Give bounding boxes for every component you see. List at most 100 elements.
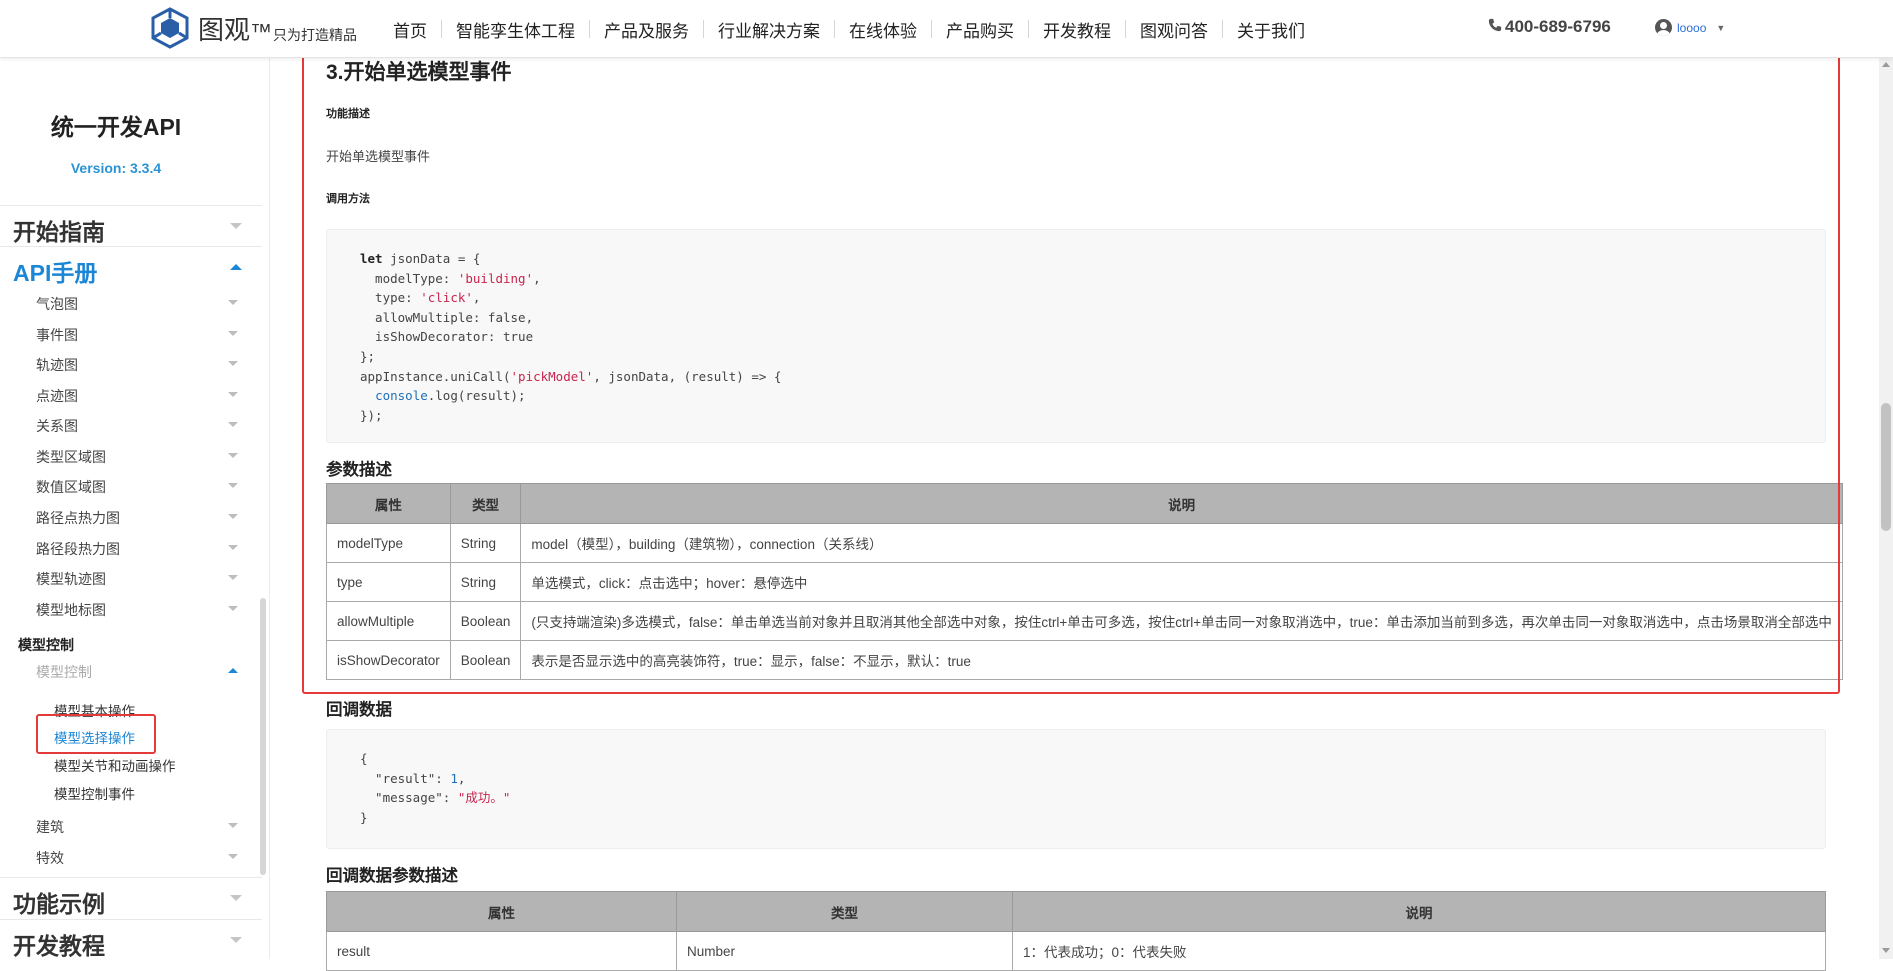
user-menu[interactable]: loooo ▼	[1655, 19, 1725, 36]
sidebar-leaf-model-control-events[interactable]: 模型控制事件	[54, 783, 135, 803]
sidebar-item-trajectory[interactable]: 轨迹图	[0, 349, 260, 379]
table-cell: String	[449, 562, 522, 602]
nav-item-purchase[interactable]: 产品购买	[932, 17, 1028, 42]
chevron-down-icon	[228, 575, 238, 580]
sidebar-item-label: 路径点热力图	[36, 510, 120, 526]
table-cell: 1：代表成功；0：代表失败	[1012, 931, 1826, 971]
nav-item-online-demo[interactable]: 在线体验	[835, 17, 931, 42]
sidebar-leaf-model-select[interactable]: 模型选择操作	[54, 727, 135, 747]
param-table: 属性 类型 说明 modelType String model（模型），buil…	[326, 483, 1843, 680]
sidebar-section-api-manual[interactable]: API手册	[0, 246, 262, 287]
func-desc-text: 开始单选模型事件	[326, 149, 431, 164]
brand-slogan: 只为打造精品	[273, 27, 357, 43]
nav-item-tutorials[interactable]: 开发教程	[1029, 17, 1125, 42]
table-cell: model（模型），building（建筑物），connection（关系线）	[520, 523, 1843, 563]
column-header: 属性	[326, 483, 451, 524]
param-title: 参数描述	[326, 461, 392, 479]
sidebar-group-model-control: 模型控制	[18, 637, 74, 653]
sidebar-item-model-landmark[interactable]: 模型地标图	[0, 594, 260, 624]
table-cell: 单选模式，click：点击选中；hover：悬停选中	[520, 562, 1843, 602]
sidebar-item-label: 特效	[36, 850, 64, 866]
code-block-call[interactable]: let jsonData = { modelType: 'building', …	[326, 229, 1826, 443]
scrollbar-thumb[interactable]	[1881, 403, 1891, 531]
caret-down-icon: ▼	[1716, 22, 1726, 33]
sidebar-item-label: 路径段热力图	[36, 541, 120, 557]
sidebar-item-label: 数值区域图	[36, 479, 106, 495]
phone-number: 400-689-6796	[1505, 17, 1611, 36]
code-line: };	[360, 348, 376, 364]
sidebar-subgroup-label: 模型控制	[36, 664, 92, 680]
phone-icon	[1488, 18, 1502, 32]
chevron-down-icon	[230, 223, 242, 229]
sidebar-item-value-region[interactable]: 数值区域图	[0, 471, 260, 501]
table-row: type String 单选模式，click：点击选中；hover：悬停选中	[326, 562, 1843, 602]
sidebar-item-label: 模型轨迹图	[36, 571, 106, 587]
callback-param-title: 回调数据参数描述	[326, 867, 458, 885]
sidebar-item-bubble[interactable]: 气泡图	[0, 288, 260, 318]
sidebar-item-label: 轨迹图	[36, 357, 78, 373]
callback-table-header: 属性 类型 说明	[326, 891, 1826, 932]
sidebar-item-building[interactable]: 建筑	[0, 811, 260, 841]
nav-item-digital-twin[interactable]: 智能孪生体工程	[442, 17, 589, 42]
sidebar-item-type-region[interactable]: 类型区域图	[0, 441, 260, 471]
code-line: type: 'click',	[360, 290, 481, 306]
column-header: 说明	[520, 483, 1843, 524]
table-cell: type	[326, 562, 451, 602]
code-line: "message": "成功。"	[360, 790, 511, 806]
code-line: console.log(result);	[375, 388, 526, 404]
sidebar-scrollbar[interactable]	[260, 598, 266, 875]
top-navigation-bar: 图观™ 只为打造精品 首页 智能孪生体工程 产品及服务 行业解决方案 在线体验 …	[0, 0, 1893, 58]
scroll-up-icon[interactable]	[1882, 62, 1890, 67]
table-cell: modelType	[326, 523, 451, 563]
sidebar-leaf-model-joint-animation[interactable]: 模型关节和动画操作	[54, 755, 176, 775]
nav-item-qa[interactable]: 图观问答	[1126, 17, 1222, 42]
brand-name[interactable]: 图观™	[198, 10, 272, 47]
sidebar-item-path-segment-heat[interactable]: 路径段热力图	[0, 533, 260, 563]
sidebar-leaf-model-basic[interactable]: 模型基本操作	[54, 700, 135, 720]
chevron-down-icon	[228, 823, 238, 828]
sidebar-item-path-point-heat[interactable]: 路径点热力图	[0, 502, 260, 532]
scroll-down-icon[interactable]	[1882, 948, 1890, 953]
doc-sidebar: 统一开发API Version: 3.3.4 开始指南 API手册 气泡图 事件…	[0, 58, 270, 959]
page-scrollbar[interactable]	[1879, 58, 1893, 959]
sidebar-section-tutorials[interactable]: 开发教程	[0, 919, 262, 960]
trademark: ™	[250, 19, 273, 44]
sidebar-item-label: 关系图	[36, 418, 78, 434]
sidebar-subgroup-model-control[interactable]: 模型控制	[0, 656, 260, 686]
sidebar-section-start-guide[interactable]: 开始指南	[0, 205, 262, 246]
tuguan-logo-icon[interactable]	[148, 6, 192, 50]
nav-item-products[interactable]: 产品及服务	[590, 17, 703, 42]
column-header: 属性	[326, 891, 677, 932]
sidebar-item-trace-points[interactable]: 点迹图	[0, 380, 260, 410]
table-row: result Number 1：代表成功；0：代表失败	[326, 931, 1826, 971]
column-header: 类型	[449, 483, 522, 524]
code-line: allowMultiple: false,	[360, 309, 534, 325]
sidebar-item-label: 点迹图	[36, 388, 78, 404]
sidebar-item-event[interactable]: 事件图	[0, 319, 260, 349]
chevron-up-icon	[228, 668, 238, 673]
sidebar-item-relation[interactable]: 关系图	[0, 410, 260, 440]
sidebar-item-label: 事件图	[36, 327, 78, 343]
brand-text: 图观	[198, 15, 251, 45]
username: loooo	[1677, 20, 1707, 35]
code-block-callback[interactable]: { "result": 1, "message": "成功。"}	[326, 729, 1826, 849]
code-line: isShowDecorator: true	[360, 329, 534, 345]
sidebar-item-model-trajectory[interactable]: 模型轨迹图	[0, 563, 260, 593]
chevron-down-icon	[228, 361, 238, 366]
code-line: {	[360, 751, 368, 766]
sidebar-item-label: 类型区域图	[36, 449, 106, 465]
sidebar-item-label: 气泡图	[36, 296, 78, 312]
sidebar-title: 统一开发API	[50, 114, 182, 140]
sidebar-item-effects[interactable]: 特效	[0, 842, 260, 872]
code-line: }	[360, 809, 368, 825]
table-row: modelType String model（模型），building（建筑物）…	[326, 523, 1843, 563]
chevron-down-icon	[230, 895, 242, 901]
nav-item-about[interactable]: 关于我们	[1223, 17, 1319, 42]
sidebar-section-examples[interactable]: 功能示例	[0, 877, 262, 918]
call-method-label: 调用方法	[326, 193, 370, 205]
nav-item-solutions[interactable]: 行业解决方案	[704, 17, 834, 42]
func-desc-label: 功能描述	[326, 108, 370, 120]
table-cell: Boolean	[449, 601, 522, 641]
nav-item-home[interactable]: 首页	[379, 17, 441, 42]
phone-contact: 400-689-6796	[1488, 17, 1611, 37]
